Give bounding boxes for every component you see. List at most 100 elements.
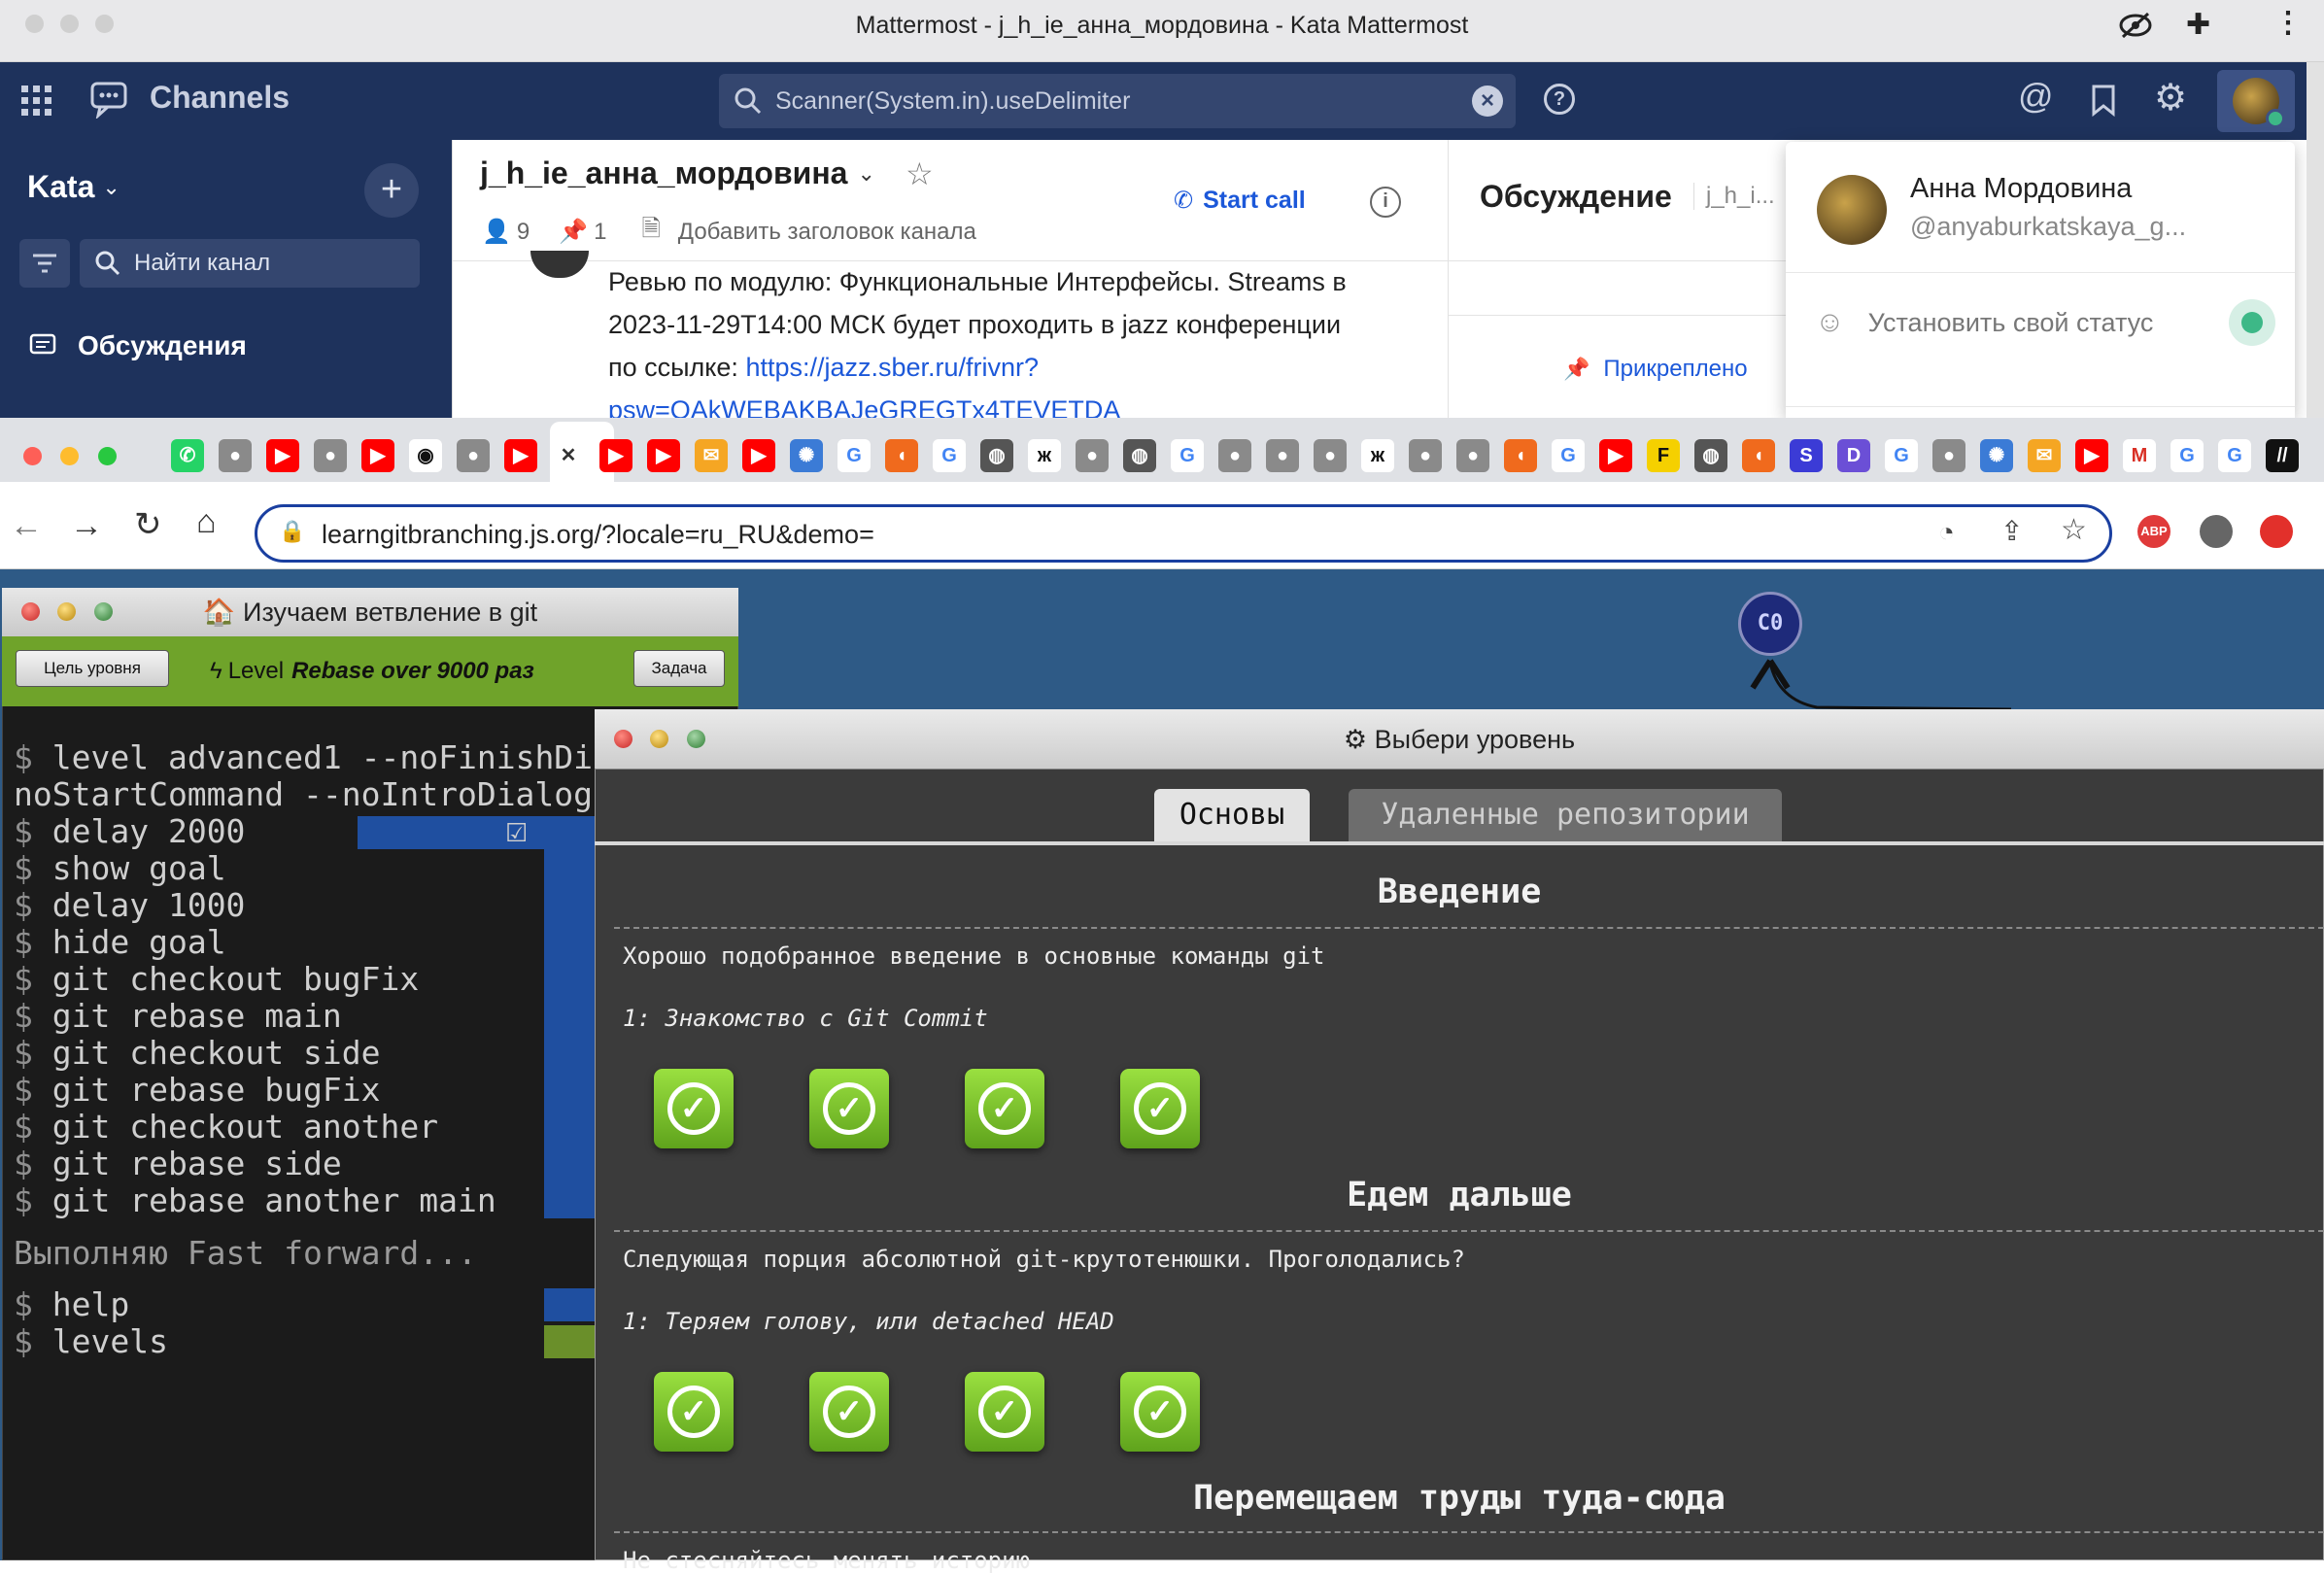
youtube-icon[interactable]: ▶ [504, 439, 537, 472]
level-button[interactable]: ✓ [965, 1372, 1044, 1452]
zh-icon[interactable]: ж [1361, 439, 1394, 472]
youtube-icon[interactable]: ▶ [266, 439, 299, 472]
forward-arrow-icon[interactable]: → [70, 507, 103, 545]
add-channel-button[interactable]: + [364, 163, 419, 218]
google-icon[interactable]: G [837, 439, 871, 472]
favorite-star-icon[interactable]: ☆ [906, 155, 934, 192]
team-menu[interactable]: Kata ⌄ [27, 169, 120, 205]
search-input[interactable]: Scanner(System.in).useDelimiter [775, 87, 1130, 116]
google-icon[interactable]: G [2218, 439, 2251, 472]
lock-icon[interactable]: 🔒 [279, 519, 305, 544]
address-bar[interactable]: 🔒 learngitbranching.js.org/?locale=ru_RU… [255, 504, 2112, 563]
channel-info-icon[interactable]: i [1370, 187, 1401, 218]
home-icon[interactable]: ⌂ [196, 503, 217, 541]
back-arrow-icon[interactable]: ← [10, 507, 43, 545]
git-icon[interactable]: ● [457, 439, 490, 472]
channel-filter-button[interactable] [19, 239, 70, 288]
youtube-icon[interactable]: ▶ [599, 439, 632, 472]
jar-icon[interactable]: ● [314, 439, 347, 472]
avatar-icon[interactable]: ● [1076, 439, 1109, 472]
clear-search-icon[interactable]: × [1472, 86, 1503, 117]
account-avatar-button[interactable] [2217, 70, 2295, 132]
google-icon[interactable]: G [933, 439, 966, 472]
channel-name-menu[interactable]: j_h_ie_анна_мордовина ⌄ [480, 155, 875, 191]
youtube-icon[interactable]: ▶ [361, 439, 394, 472]
java-icon[interactable]: ● [1932, 439, 1965, 472]
pin-icon[interactable]: 📌 [559, 218, 588, 246]
window-minimize-button[interactable] [60, 447, 79, 465]
orange-icon[interactable]: ◖ [885, 439, 918, 472]
sparkle-icon[interactable]: ✺ [1980, 439, 2013, 472]
planet-icon[interactable] [2200, 515, 2233, 548]
level-button[interactable]: ✓ [809, 1069, 889, 1148]
commit-node[interactable]: C0 [1738, 592, 1802, 656]
bookmark-star-icon[interactable]: ☆ [2061, 513, 2087, 547]
reload-icon[interactable]: ↻ [134, 505, 162, 544]
level-button[interactable]: ✓ [1120, 1372, 1200, 1452]
globe-icon[interactable]: ◍ [1123, 439, 1156, 472]
google-icon[interactable]: G [1885, 439, 1918, 472]
more-menu-icon[interactable]: ⋮ [2273, 6, 2303, 40]
github-icon[interactable]: ◉ [409, 439, 442, 472]
settings-gear-icon[interactable]: ⚙ [2154, 76, 2187, 120]
its-icon[interactable]: // [2266, 439, 2299, 472]
tab-remote[interactable]: Удаленные репозитории [1349, 789, 1782, 841]
orange-icon[interactable]: ◖ [1504, 439, 1537, 472]
airbnb-icon[interactable]: ● [1409, 439, 1442, 472]
globe-icon[interactable]: ◍ [1694, 439, 1727, 472]
level-button[interactable]: ✓ [654, 1372, 734, 1452]
level-button[interactable]: ✓ [965, 1069, 1044, 1148]
task-button[interactable]: Задача [633, 650, 725, 687]
sparkle-icon[interactable]: ✺ [790, 439, 823, 472]
tomato-icon[interactable] [2260, 515, 2293, 548]
bee-icon[interactable]: ● [1456, 439, 1489, 472]
url-input[interactable]: learngitbranching.js.org/?locale=ru_RU&d… [322, 520, 874, 550]
set-custom-status-item[interactable]: ☺ Установить свой статус [1815, 295, 2281, 350]
extensions-puzzle-icon[interactable]: ✚ [2186, 8, 2210, 42]
window-zoom-button[interactable] [98, 447, 117, 465]
pinned-count[interactable]: 1 [594, 219, 606, 246]
google-icon[interactable]: G [1552, 439, 1585, 472]
google-icon[interactable]: G [2170, 439, 2204, 472]
add-header-link[interactable]: Добавить заголовок канала [678, 219, 976, 246]
mail-icon[interactable]: ✉ [2028, 439, 2061, 472]
close-icon[interactable]: ✕ [552, 439, 585, 472]
level-button[interactable]: ✓ [809, 1372, 889, 1452]
hidden-eye-icon[interactable] [2118, 12, 2153, 39]
product-menu-grid-icon[interactable] [21, 86, 52, 117]
youtube-icon[interactable]: ▶ [2075, 439, 2108, 472]
mail-icon[interactable]: ✉ [695, 439, 728, 472]
globe-icon[interactable]: ◍ [980, 439, 1013, 472]
pv-icon[interactable]: ● [1266, 439, 1299, 472]
window-close-button[interactable] [23, 447, 42, 465]
target-icon[interactable]: ● [219, 439, 252, 472]
youtube-icon[interactable]: ▶ [1599, 439, 1632, 472]
message-link[interactable]: https://jazz.sber.ru/frivnr? [745, 353, 1039, 382]
mentions-at-icon[interactable]: @ [2018, 76, 2054, 117]
whatsapp-icon[interactable]: ✆ [171, 439, 204, 472]
find-channel-button[interactable]: Найти канал [80, 239, 420, 288]
s-icon[interactable]: S [1790, 439, 1823, 472]
d-icon[interactable]: D [1837, 439, 1870, 472]
saved-bookmark-icon[interactable] [2091, 84, 2116, 117]
zh-icon[interactable]: ж [1028, 439, 1061, 472]
youtube-icon[interactable]: ▶ [647, 439, 680, 472]
level-button[interactable]: ✓ [654, 1069, 734, 1148]
global-search-box[interactable]: Scanner(System.in).useDelimiter [719, 74, 1516, 128]
tab-basics[interactable]: Основы [1154, 789, 1310, 841]
status-toggle[interactable] [2229, 299, 2275, 346]
members-count[interactable]: 9 [517, 219, 530, 246]
window-scrollbar[interactable] [2307, 62, 2324, 418]
youtube-icon[interactable]: ▶ [742, 439, 775, 472]
help-icon[interactable]: ? [1544, 84, 1575, 115]
start-call-button[interactable]: ✆ Start call [1174, 187, 1306, 215]
gmail-icon[interactable]: M [2123, 439, 2156, 472]
f-icon[interactable]: F [1647, 439, 1680, 472]
orange-icon[interactable]: ◖ [1742, 439, 1775, 472]
sidebar-item-threads[interactable]: Обсуждения [29, 330, 247, 361]
level-button[interactable]: ✓ [1120, 1069, 1200, 1148]
bottle-icon[interactable]: ● [1314, 439, 1347, 472]
google-icon[interactable]: G [1171, 439, 1204, 472]
vivaldi-icon[interactable]: ● [1218, 439, 1251, 472]
level-goal-button[interactable]: Цель уровня [16, 650, 169, 687]
